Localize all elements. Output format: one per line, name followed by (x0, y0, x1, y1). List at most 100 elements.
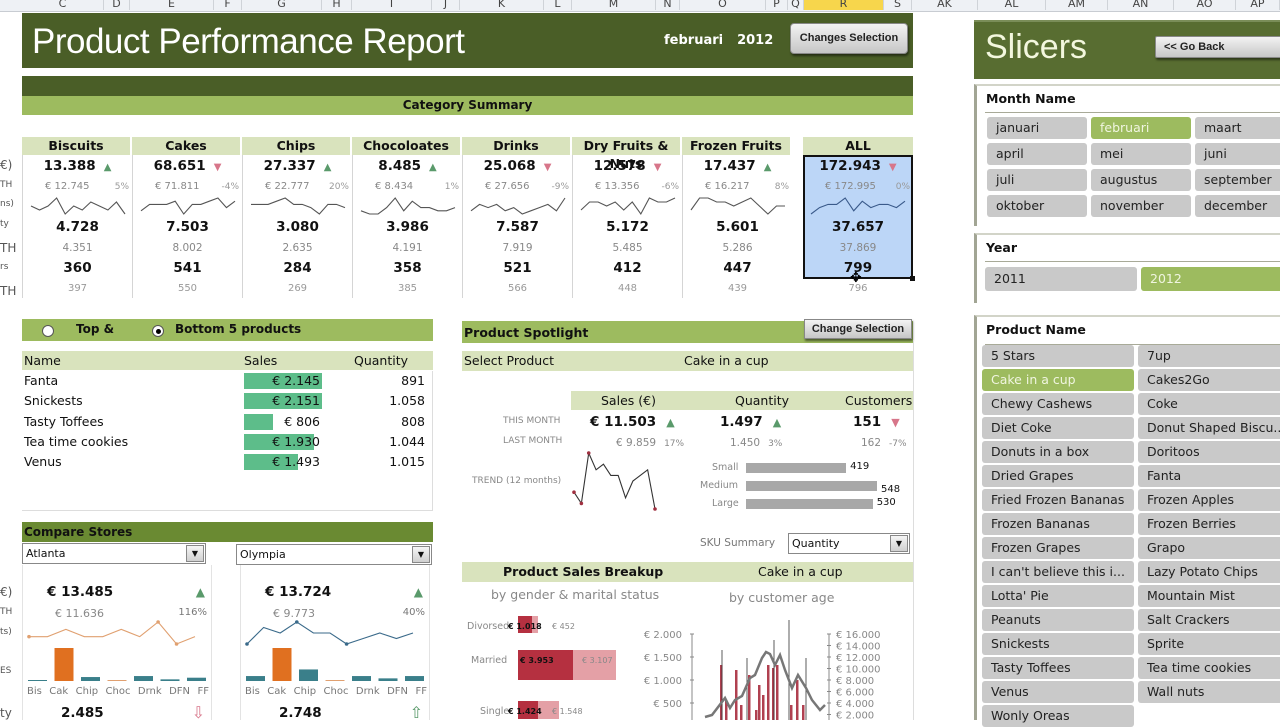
slicer-item[interactable]: Tea time cookies (1138, 657, 1280, 679)
changes-selection-button[interactable]: Changes Selection (790, 23, 908, 54)
change-selection-button[interactable]: Change Selection (804, 319, 912, 339)
column-header-c[interactable]: C (22, 0, 104, 10)
slicer-item[interactable]: februari (1091, 117, 1191, 139)
slicer-item[interactable]: juli (987, 169, 1087, 191)
column-header-al[interactable]: AL (978, 0, 1046, 10)
slicer-item[interactable]: Peanuts (982, 609, 1134, 631)
slicer-item[interactable]: Dried Grapes (982, 465, 1134, 487)
slicer-item[interactable]: juni (1195, 143, 1280, 165)
go-back-button[interactable]: << Go Back (1155, 36, 1280, 58)
category-header: Frozen Fruits (682, 137, 790, 155)
slicer-item[interactable]: Cake in a cup (982, 369, 1134, 391)
category-bar (28, 680, 47, 681)
column-header-ak[interactable]: AK (912, 0, 978, 10)
slicer-item[interactable]: Wall nuts (1138, 681, 1280, 703)
slicer-item[interactable]: Fried Frozen Bananas (982, 489, 1134, 511)
column-header-k[interactable]: K (460, 0, 544, 10)
slicer-item[interactable]: Donut Shaped Biscu... (1138, 417, 1280, 439)
column-header-s[interactable]: S (884, 0, 912, 10)
slicer-item[interactable]: Chewy Cashews (982, 393, 1134, 415)
cell-fill-handle[interactable] (910, 276, 915, 281)
slicer-item[interactable]: Tasty Toffees (982, 657, 1134, 679)
metric-customers-header: Customers (845, 393, 913, 408)
slicer-item[interactable]: Frozen Apples (1138, 489, 1280, 511)
slicer-item[interactable]: Fanta (1138, 465, 1280, 487)
radio-bottom[interactable] (152, 323, 164, 337)
slicer-item[interactable]: Cakes2Go (1138, 369, 1280, 391)
category-column[interactable]: 25.068 ▼ € 27.656 -9% 7.587 7.919 521 566 (462, 155, 572, 298)
category-column[interactable]: 13.388 ▲ € 12.745 5% 4.728 4.351 360 397 (22, 155, 132, 298)
this-month-value: 1.497 ▲ (720, 414, 781, 430)
slicer-item[interactable]: Diet Coke (982, 417, 1134, 439)
category-customers: 412 (613, 260, 642, 276)
slicer-item[interactable]: Salt Crackers (1138, 609, 1280, 631)
column-header-g[interactable]: G (242, 0, 322, 10)
column-header-r[interactable]: R (804, 0, 884, 10)
slicer-item[interactable]: september (1195, 169, 1280, 191)
category-column[interactable]: 8.485 ▲ € 8.434 1% 3.986 4.191 358 385 (352, 155, 462, 298)
products-table-header: Name Sales Quantity (22, 351, 433, 370)
slicer-item[interactable]: Frozen Bananas (982, 513, 1134, 535)
slicer-item[interactable]: mei (1091, 143, 1191, 165)
category-column[interactable]: 68.651 ▼ € 71.811 -4% 7.503 8.002 541 550 (132, 155, 242, 298)
category-sparkline (360, 197, 456, 215)
category-sparkline (470, 197, 566, 215)
slicer-item[interactable]: Wonly Oreas (982, 705, 1134, 727)
slicer-item[interactable]: Lazy Potato Chips (1138, 561, 1280, 583)
slicer-item[interactable]: Donuts in a box (982, 441, 1134, 463)
slicer-item[interactable]: Coke (1138, 393, 1280, 415)
slicer-item[interactable]: december (1195, 195, 1280, 217)
column-header-i[interactable]: I (352, 0, 432, 10)
slicer-item[interactable]: Grapo (1138, 537, 1280, 559)
slicer-item[interactable]: april (987, 143, 1087, 165)
age-bar (790, 705, 793, 720)
chevron-down-icon[interactable]: ▼ (412, 546, 430, 563)
store-dropdown[interactable]: Olympia ▼ (236, 544, 432, 565)
column-header-an[interactable]: AN (1108, 0, 1174, 10)
slicer-item[interactable]: augustus (1091, 169, 1191, 191)
column-header-h[interactable]: H (322, 0, 352, 10)
column-header-l[interactable]: L (544, 0, 572, 10)
slicer-item[interactable]: Doritoos (1138, 441, 1280, 463)
slicer-item[interactable]: Snickests (982, 633, 1134, 655)
slicer-item[interactable]: Frozen Grapes (982, 537, 1134, 559)
slicer-item[interactable]: Mountain Mist (1138, 585, 1280, 607)
slicer-item[interactable]: november (1091, 195, 1191, 217)
column-header-j[interactable]: J (432, 0, 460, 10)
slicer-item[interactable]: 2011 (985, 267, 1137, 291)
sku-summary-dropdown[interactable]: Quantity ▼ (788, 533, 910, 554)
column-header-q[interactable]: Q (788, 0, 804, 10)
slicer-item[interactable]: 2012 (1141, 267, 1280, 291)
chevron-down-icon[interactable]: ▼ (890, 535, 908, 552)
trend-marker (653, 507, 657, 511)
store-dropdown[interactable]: Atlanta ▼ (22, 543, 206, 564)
slicer-item[interactable]: januari (987, 117, 1087, 139)
category-column[interactable]: 27.337 ▲ € 22.777 20% 3.080 2.635 284 269 (242, 155, 352, 298)
slicer-item[interactable]: Lotta' Pie (982, 585, 1134, 607)
column-header-d[interactable]: D (104, 0, 130, 10)
column-header-m[interactable]: M (572, 0, 656, 10)
slicer-item[interactable]: oktober (987, 195, 1087, 217)
column-header-f[interactable]: F (214, 0, 242, 10)
column-header-p[interactable]: P (766, 0, 788, 10)
column-header-am[interactable]: AM (1046, 0, 1108, 10)
chevron-down-icon[interactable]: ▼ (186, 545, 204, 562)
slicer-item[interactable]: I can't believe this i... (982, 561, 1134, 583)
radio-top[interactable] (42, 323, 54, 337)
slicer-item[interactable]: Frozen Berries (1138, 513, 1280, 535)
slicer-item[interactable]: 7up (1138, 345, 1280, 367)
category-column[interactable]: 12.578 ▼ € 13.356 -6% 5.172 5.485 412 448 (572, 155, 682, 298)
slicer-item[interactable]: maart (1195, 117, 1280, 139)
column-header-e[interactable]: E (130, 0, 214, 10)
column-header-ao[interactable]: AO (1174, 0, 1236, 10)
triangle-up-icon: ▲ (323, 162, 332, 173)
last-month-customers: 448 (617, 283, 638, 294)
column-header-o[interactable]: O (680, 0, 766, 10)
slicer-item[interactable]: Sprite (1138, 633, 1280, 655)
category-column[interactable]: 17.437 ▲ € 16.217 8% 5.601 5.286 447 439 (682, 155, 792, 298)
slicer-item[interactable]: Venus (982, 681, 1134, 703)
column-header-n[interactable]: N (656, 0, 680, 10)
column-header-ap[interactable]: AP (1236, 0, 1280, 10)
sparkline (470, 197, 566, 215)
slicer-item[interactable]: 5 Stars (982, 345, 1134, 367)
